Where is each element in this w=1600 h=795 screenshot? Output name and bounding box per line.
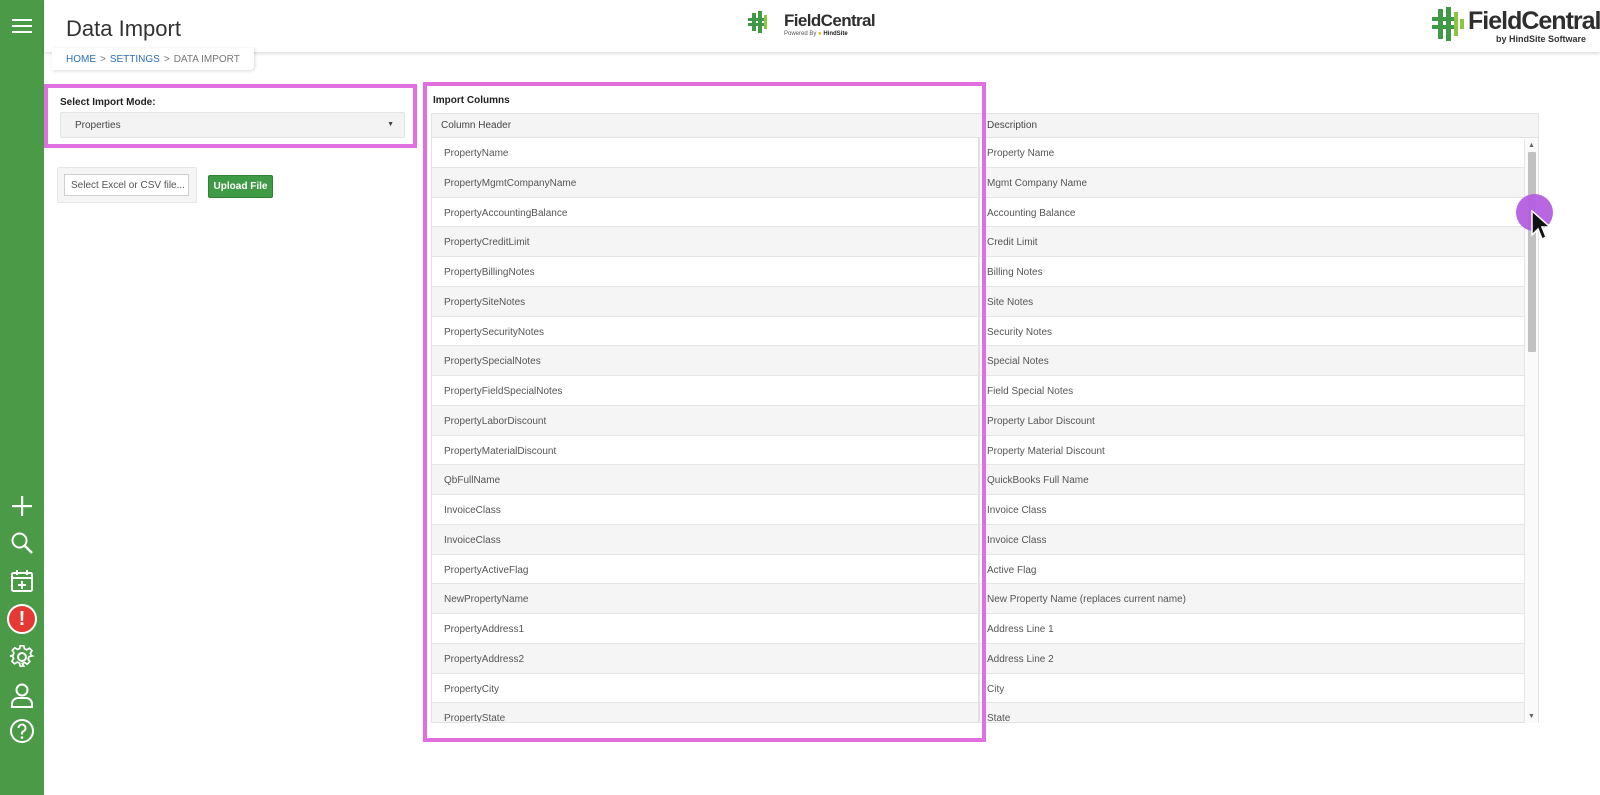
import-mode-value: Properties	[75, 120, 121, 131]
description-cell: Invoice Class	[987, 505, 1047, 516]
breadcrumb-home[interactable]: HOME	[66, 54, 96, 65]
file-input[interactable]: Select Excel or CSV file...	[64, 174, 189, 196]
description-cell: Address Line 1	[987, 624, 1054, 635]
breadcrumb-separator: >	[100, 54, 106, 65]
description-cell: Field Special Notes	[987, 386, 1074, 397]
breadcrumb-settings[interactable]: SETTINGS	[110, 54, 160, 65]
scroll-down-icon[interactable]: ▼	[1528, 713, 1535, 720]
breadcrumb-separator: >	[163, 54, 170, 65]
scroll-thumb[interactable]	[1528, 152, 1536, 352]
page-title: Data Import	[66, 16, 181, 41]
description-cell: Property Material Discount	[987, 445, 1105, 457]
description-cell: Credit Limit	[987, 237, 1038, 249]
upload-file-button[interactable]: Upload File	[208, 175, 273, 198]
description-cell: State	[987, 713, 1011, 723]
description-cell: Active Flag	[987, 564, 1037, 576]
description-cell: QuickBooks Full Name	[987, 475, 1089, 487]
fieldcentral-mark-icon	[1432, 7, 1464, 41]
import-mode-select[interactable]: Properties ▼	[60, 112, 405, 138]
import-mode-label: Select Import Mode:	[60, 97, 156, 108]
breadcrumb: HOME > SETTINGS > DATA IMPORT	[66, 54, 240, 65]
sidebar: !	[0, 0, 44, 795]
alert-badge: !	[7, 604, 37, 634]
description-cell: New Property Name (replaces current name…	[987, 594, 1186, 606]
help-icon[interactable]	[0, 713, 44, 749]
gear-icon[interactable]	[0, 639, 44, 675]
description-cell: Special Notes	[987, 356, 1049, 368]
chevron-down-icon: ▼	[387, 121, 394, 128]
description-cell: Address Line 2	[987, 653, 1054, 665]
description-cell: Invoice Class	[987, 534, 1047, 546]
menu-icon[interactable]	[0, 8, 44, 44]
description-cell: Mgmt Company Name	[987, 177, 1088, 189]
description-cell: Billing Notes	[987, 267, 1043, 278]
fieldcentral-logo-center: FieldCentral Powered By ● HindSite	[748, 11, 876, 37]
import-columns-highlight	[423, 82, 986, 742]
calendar-plus-icon[interactable]	[0, 563, 44, 599]
description-cell: Accounting Balance	[987, 207, 1076, 219]
scroll-up-icon[interactable]: ▲	[1528, 142, 1535, 149]
fieldcentral-logo-right: FieldCentral by HindSite Software	[1432, 7, 1600, 46]
description-heading: Description	[987, 120, 1038, 131]
cursor-arrow-icon	[1531, 210, 1552, 241]
alert-icon[interactable]: !	[0, 601, 44, 637]
plus-icon[interactable]	[0, 488, 44, 524]
description-cell: Security Notes	[987, 326, 1053, 338]
right-logo-text: FieldCentral	[1468, 7, 1600, 35]
breadcrumb-current: DATA IMPORT	[173, 54, 240, 65]
description-cell: Property Labor Discount	[987, 415, 1095, 427]
import-mode-panel: Select Import Mode: Properties ▼	[44, 84, 417, 148]
search-icon[interactable]	[0, 525, 44, 561]
center-logo-text: FieldCentral	[784, 11, 876, 30]
right-logo-tagline: by HindSite Software	[1496, 34, 1587, 44]
description-cell: Site Notes	[987, 296, 1034, 308]
top-bar: Data Import FieldCentral Powered By ● Hi…	[44, 0, 1600, 52]
user-icon[interactable]	[0, 677, 44, 713]
center-logo-powered: Powered By ● HindSite	[784, 31, 848, 37]
description-cell: Property Name	[987, 148, 1055, 159]
description-cell: City	[987, 683, 1005, 695]
fieldcentral-mark-icon	[748, 11, 767, 33]
file-upload-box: Select Excel or CSV file...	[57, 167, 197, 203]
